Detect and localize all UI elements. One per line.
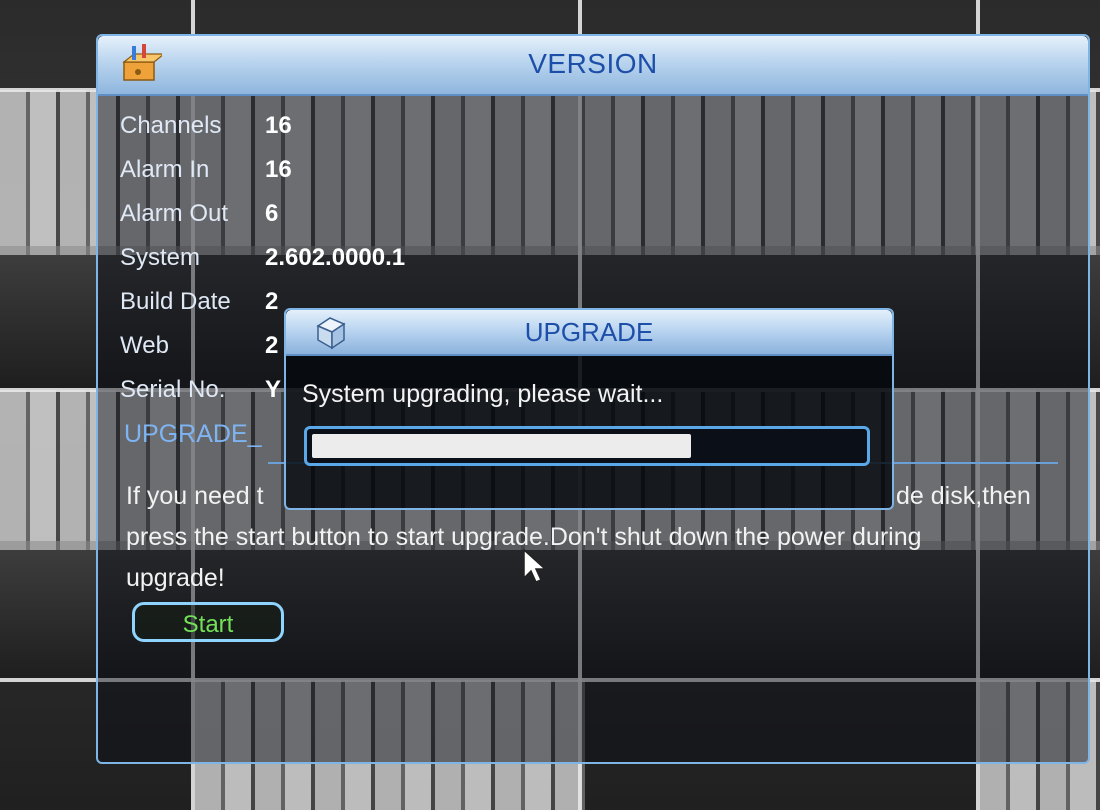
info-label: System — [120, 244, 201, 271]
info-row-system: System 2.602.0000.1 — [120, 244, 405, 272]
info-value: 16 — [265, 156, 292, 183]
info-label: Alarm Out — [120, 200, 229, 227]
info-value: 6 — [265, 200, 279, 227]
upgrade-dialog: UPGRADE System upgrading, please wait... — [284, 308, 894, 510]
info-label: Web — [120, 332, 169, 359]
info-row-build-date: Build Date 2 — [120, 288, 278, 316]
info-value: 2.602.0000.1 — [265, 244, 406, 271]
info-label: Channels — [120, 112, 222, 139]
info-value: 16 — [265, 112, 292, 139]
info-row-alarm-out: Alarm Out 6 — [120, 200, 278, 228]
info-row-serial-no: Serial No. Y — [120, 376, 281, 404]
description-line-3: upgrade! — [126, 564, 225, 592]
info-value: Y — [265, 376, 282, 403]
progress-fill — [312, 434, 691, 458]
description-line-2: press the start button to start upgrade.… — [126, 523, 922, 551]
upgrade-status-message: System upgrading, please wait... — [302, 380, 664, 408]
upgrade-section-title: UPGRADE_ — [124, 420, 262, 448]
description-line-1-start: If you need t — [126, 482, 264, 510]
upgrade-progress-bar — [304, 426, 870, 466]
info-label: Serial No. — [120, 376, 226, 403]
mouse-pointer-icon — [523, 548, 546, 583]
upgrade-title-bar[interactable]: UPGRADE — [286, 310, 892, 356]
description-line-1-end: de disk,then — [896, 482, 1031, 510]
version-title-bar[interactable]: VERSION — [98, 36, 1088, 96]
info-label: Build Date — [120, 288, 231, 315]
info-row-alarm-in: Alarm In 16 — [120, 156, 292, 184]
info-row-web: Web 2 — [120, 332, 278, 360]
version-title: VERSION — [528, 48, 658, 79]
upgrade-title: UPGRADE — [524, 317, 654, 347]
info-value: 2 — [265, 288, 279, 315]
start-button[interactable]: Start — [132, 602, 284, 642]
info-label: Alarm In — [120, 156, 210, 183]
info-value: 2 — [265, 332, 279, 359]
info-row-channels: Channels 16 — [120, 112, 292, 140]
